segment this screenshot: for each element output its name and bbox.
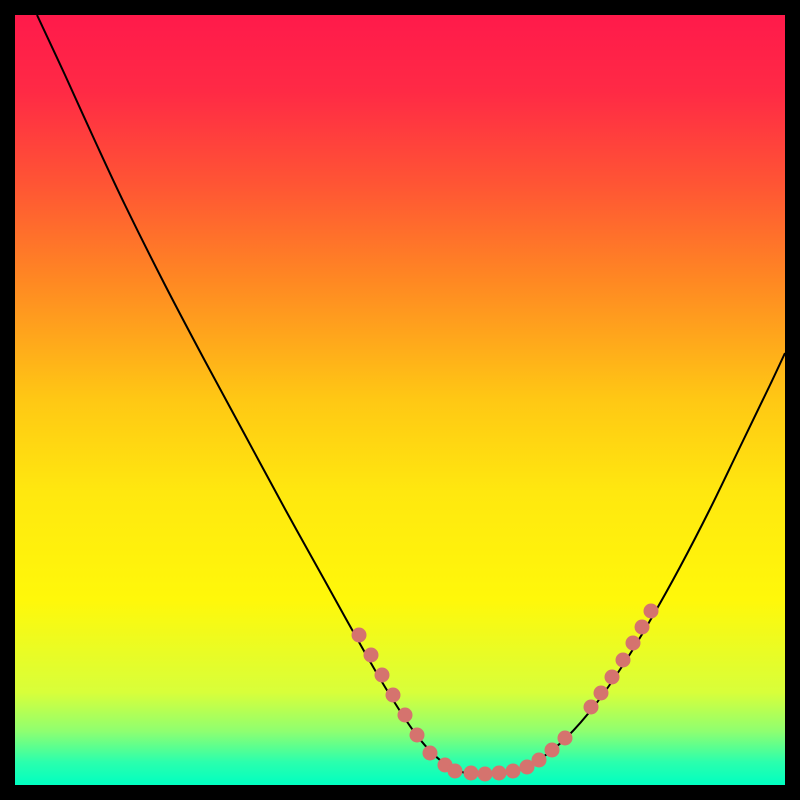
curve-marker: [558, 731, 573, 746]
curve-marker: [616, 653, 631, 668]
chart-frame: TheBottleneck.com: [15, 15, 785, 785]
curve-marker: [594, 686, 609, 701]
bottleneck-curve-chart: [15, 15, 785, 785]
curve-marker: [410, 728, 425, 743]
curve-marker: [423, 746, 438, 761]
gradient-background: [15, 15, 785, 785]
curve-marker: [635, 620, 650, 635]
curve-marker: [464, 766, 479, 781]
curve-marker: [375, 668, 390, 683]
curve-marker: [478, 767, 493, 782]
curve-marker: [584, 700, 599, 715]
curve-marker: [492, 766, 507, 781]
curve-marker: [448, 764, 463, 779]
curve-marker: [532, 753, 547, 768]
curve-marker: [605, 670, 620, 685]
curve-marker: [644, 604, 659, 619]
curve-marker: [506, 764, 521, 779]
curve-marker: [398, 708, 413, 723]
curve-marker: [364, 648, 379, 663]
curve-marker: [352, 628, 367, 643]
curve-marker: [386, 688, 401, 703]
curve-marker: [545, 743, 560, 758]
curve-marker: [626, 636, 641, 651]
